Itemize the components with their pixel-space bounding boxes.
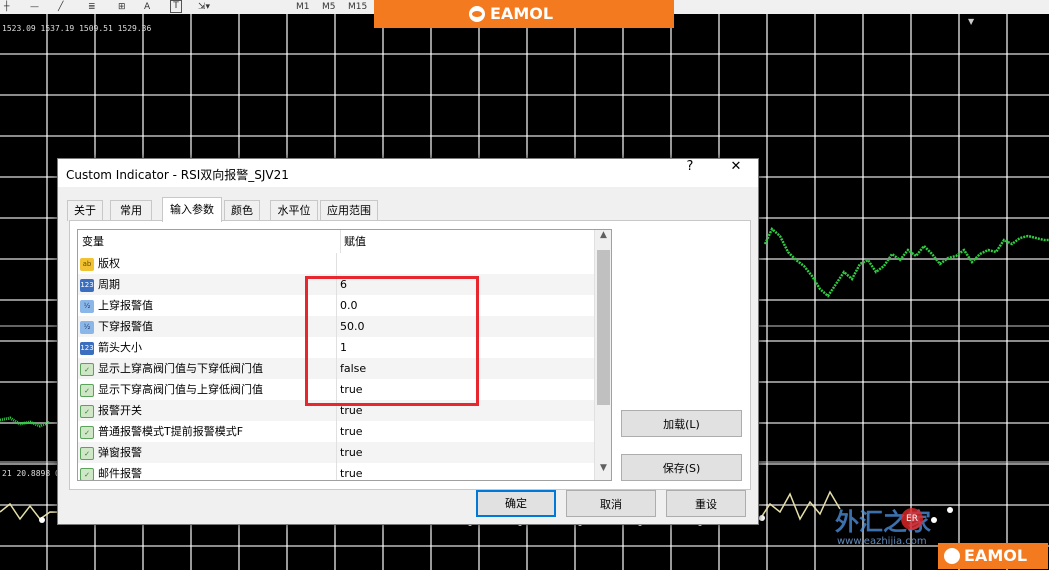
crosshair-tool-icon[interactable]: ┼ <box>4 0 9 14</box>
parameter-name-text: 弹窗报警 <box>98 446 142 459</box>
ok-button[interactable]: 确定 <box>476 490 556 517</box>
watermark-badge-icon: ER <box>901 508 923 530</box>
list-scrollbar[interactable]: ▲ ▼ <box>594 230 611 480</box>
column-header-value[interactable]: 赋值 <box>340 230 594 253</box>
parameter-row[interactable]: ✓ 弹窗报警 true <box>78 442 594 463</box>
parameter-name: ✓ 弹窗报警 <box>80 442 330 463</box>
eazhijia-watermark: 外汇之家 ER www.eazhijia.com EAMOL <box>835 500 1049 570</box>
column-header-variable[interactable]: 变量 <box>82 230 104 253</box>
parameter-name-text: 显示下穿高阀门值与上穿低阀门值 <box>98 383 263 396</box>
parameter-row[interactable]: ✓ 邮件报警 true <box>78 463 594 480</box>
period-m1[interactable]: M1 <box>296 0 310 14</box>
tab-colors[interactable]: 颜色 <box>224 200 260 221</box>
parameter-value[interactable]: true <box>336 442 590 463</box>
param-type-bool-icon: ✓ <box>80 467 94 480</box>
banner-logo-text: EAMOL <box>490 4 554 23</box>
load-button[interactable]: 加载(L) <box>621 410 742 437</box>
eamol-banner: EAMOL <box>374 0 674 28</box>
dialog-titlebar[interactable]: Custom Indicator - RSI双向报警_SJV21 ? ✕ <box>58 159 758 187</box>
rsi-readout: 21 20.8898 0 <box>2 469 60 478</box>
watermark-eamol-logo: EAMOL <box>938 543 1048 569</box>
parameter-name: ab 版权 <box>80 253 330 274</box>
cancel-button[interactable]: 取消 <box>566 490 656 517</box>
dialog-title: Custom Indicator - RSI双向报警_SJV21 <box>66 168 289 182</box>
horizontal-line-tool-icon[interactable]: — <box>30 0 39 14</box>
scroll-thumb[interactable] <box>597 250 610 405</box>
highlight-box <box>305 276 479 406</box>
text-tool[interactable]: T <box>170 0 182 13</box>
parameter-value[interactable] <box>336 253 590 274</box>
tab-visualization[interactable]: 应用范围 <box>320 200 378 221</box>
parameter-name: 123 周期 <box>80 274 330 295</box>
parameter-row[interactable]: ab 版权 <box>78 253 594 274</box>
param-type-bool-icon: ✓ <box>80 446 94 460</box>
reset-button[interactable]: 重设 <box>666 490 746 517</box>
chart-shift-marker-icon: ▼ <box>968 17 975 26</box>
parameter-name: ✓ 普通报警模式T提前报警模式F <box>80 421 330 442</box>
scroll-down-icon[interactable]: ▼ <box>595 463 611 480</box>
param-type-bool-icon: ✓ <box>80 362 94 376</box>
tab-about[interactable]: 关于 <box>67 200 103 221</box>
price-readout: 1523.09 1537.19 1509.51 1529.36 <box>2 24 152 33</box>
parameter-name: 123 箭头大小 <box>80 337 330 358</box>
tab-levels[interactable]: 水平位 <box>270 200 318 221</box>
period-m15[interactable]: M15 <box>348 0 367 14</box>
param-type-123-icon: 123 <box>80 341 94 355</box>
param-type-12-icon: ½ <box>80 320 94 334</box>
parameter-name-text: 上穿报警值 <box>98 299 153 312</box>
scroll-up-icon[interactable]: ▲ <box>595 230 611 247</box>
arrows-tool-icon[interactable]: ⇲▾ <box>198 0 210 14</box>
parameter-name: ✓ 显示下穿高阀门值与上穿低阀门值 <box>80 379 330 400</box>
tab-inputs[interactable]: 输入参数 <box>162 197 222 222</box>
param-type-12-icon: ½ <box>80 299 94 313</box>
parameter-name-text: 周期 <box>98 278 120 291</box>
param-type-bool-icon: ✓ <box>80 404 94 418</box>
param-type-123-icon: 123 <box>80 278 94 292</box>
parameter-name-text: 箭头大小 <box>98 341 142 354</box>
parameter-name-text: 显示上穿高阀门值与下穿低阀门值 <box>98 362 263 375</box>
period-m5[interactable]: M5 <box>322 0 336 14</box>
close-button[interactable]: ✕ <box>714 159 758 187</box>
param-type-ab-icon: ab <box>80 257 94 271</box>
parameter-name-text: 邮件报警 <box>98 467 142 480</box>
parameter-name-text: 下穿报警值 <box>98 320 153 333</box>
eamol-logo-icon <box>469 6 485 22</box>
channel-tool-icon[interactable]: ⊞ <box>118 0 126 14</box>
parameter-name-text: 版权 <box>98 257 120 270</box>
parameter-name: ✓ 显示上穿高阀门值与下穿低阀门值 <box>80 358 330 379</box>
parameter-value[interactable]: true <box>336 463 590 480</box>
parameter-name-text: 普通报警模式T提前报警模式F <box>98 425 244 438</box>
parameter-name: ½ 下穿报警值 <box>80 316 330 337</box>
parameter-value[interactable]: true <box>336 421 590 442</box>
help-button[interactable]: ? <box>668 159 712 187</box>
watermark-url: www.eazhijia.com <box>837 536 927 547</box>
save-button[interactable]: 保存(S) <box>621 454 742 481</box>
parameter-name: ½ 上穿报警值 <box>80 295 330 316</box>
parameter-name-text: 报警开关 <box>98 404 142 417</box>
watermark-logo-text: EAMOL <box>964 546 1028 565</box>
fibonacci-tool-icon[interactable]: ≣ <box>88 0 96 14</box>
eamol-logo-icon-small <box>944 548 960 564</box>
trendline-tool-icon[interactable]: ╱ <box>58 0 63 14</box>
parameter-name: ✓ 邮件报警 <box>80 463 330 480</box>
tab-common[interactable]: 常用 <box>110 200 152 221</box>
param-type-bool-icon: ✓ <box>80 383 94 397</box>
text-label-tool[interactable]: A <box>144 0 150 14</box>
parameter-row[interactable]: ✓ 普通报警模式T提前报警模式F true <box>78 421 594 442</box>
parameter-name: ✓ 报警开关 <box>80 400 330 421</box>
param-type-bool-icon: ✓ <box>80 425 94 439</box>
